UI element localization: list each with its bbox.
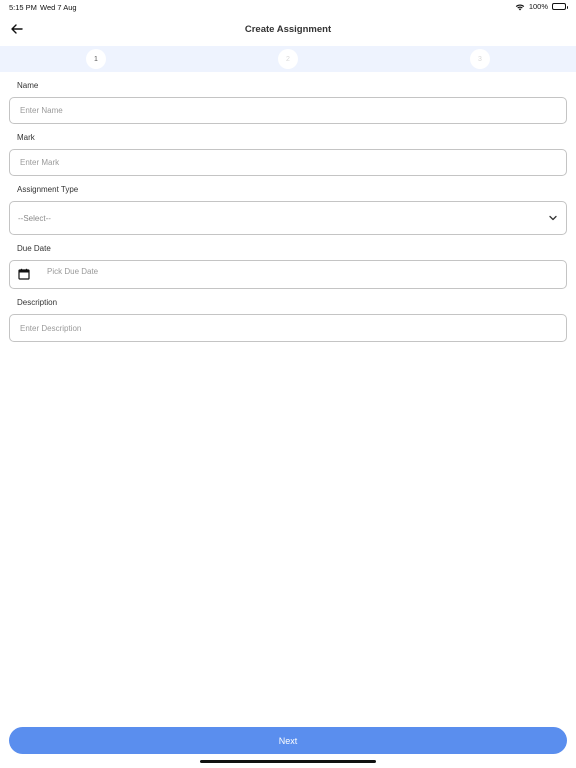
name-input[interactable] xyxy=(9,97,567,124)
due-date-placeholder: Pick Due Date xyxy=(47,267,99,276)
assignment-type-select[interactable]: --Select-- xyxy=(9,201,567,235)
due-date-picker[interactable]: Pick Due Date xyxy=(9,260,567,289)
home-indicator xyxy=(200,760,376,763)
step-1[interactable]: 1 xyxy=(86,49,106,69)
status-bar: 5:15 PM Wed 7 Aug 100% xyxy=(0,0,576,14)
assignment-type-label: Assignment Type xyxy=(17,185,79,194)
wifi-icon xyxy=(515,3,525,10)
assignment-type-selected: --Select-- xyxy=(18,213,51,223)
next-button[interactable]: Next xyxy=(9,727,567,754)
stepper: 1 2 3 xyxy=(0,46,576,72)
battery-icon xyxy=(552,3,568,10)
nav-bar: Create Assignment xyxy=(0,14,576,46)
step-2[interactable]: 2 xyxy=(278,49,298,69)
status-time: 5:15 PM xyxy=(9,3,37,12)
chevron-down-icon xyxy=(549,215,557,221)
step-3[interactable]: 3 xyxy=(470,49,490,69)
page-title: Create Assignment xyxy=(244,24,332,35)
due-date-label: Due Date xyxy=(17,244,51,253)
name-label: Name xyxy=(17,81,39,90)
battery-percent: 100% xyxy=(528,2,548,11)
description-input[interactable] xyxy=(9,314,567,342)
mark-label: Mark xyxy=(17,133,35,142)
description-label: Description xyxy=(17,298,58,307)
create-assignment-screen: 5:15 PM Wed 7 Aug 100% Create Assignment… xyxy=(0,0,576,768)
calendar-icon xyxy=(18,268,30,280)
status-date: Wed 7 Aug xyxy=(40,3,77,12)
mark-input[interactable] xyxy=(9,149,567,176)
status-indicators: 100% xyxy=(515,2,568,11)
